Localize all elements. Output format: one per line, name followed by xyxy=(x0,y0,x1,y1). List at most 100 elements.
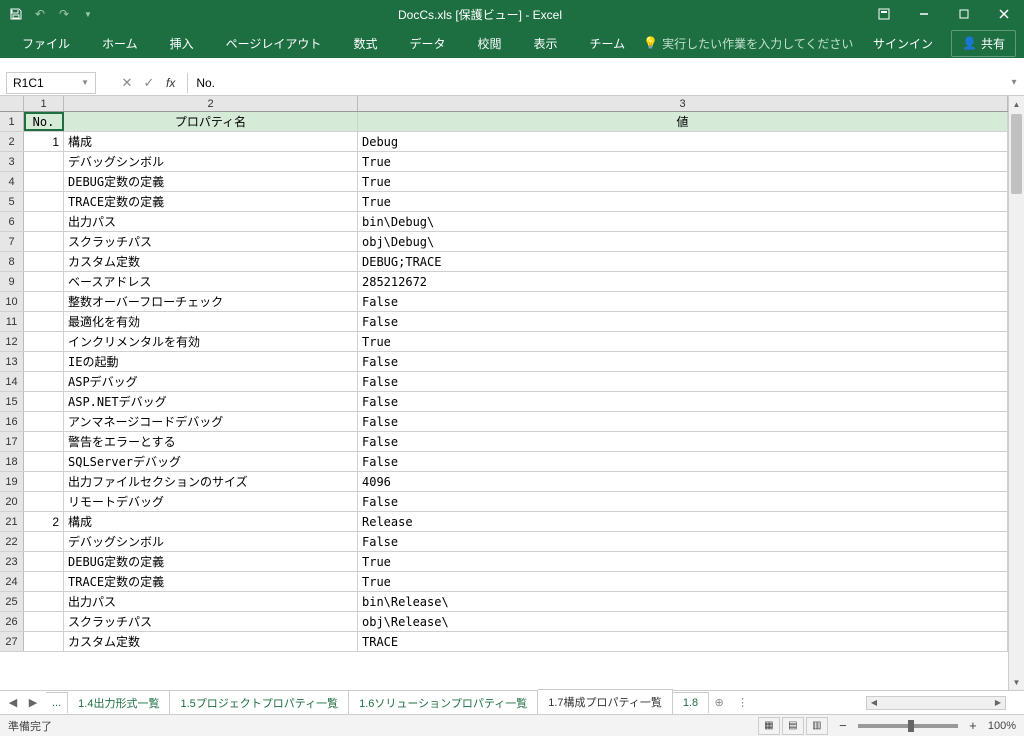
row-header[interactable]: 20 xyxy=(0,492,24,511)
ribbon-tab-data[interactable]: データ xyxy=(395,29,459,58)
row-header[interactable]: 25 xyxy=(0,592,24,611)
ribbon-tab-review[interactable]: 校閲 xyxy=(463,29,515,58)
cell-value[interactable]: False xyxy=(358,312,1008,331)
sheet-tab-prev-ellipsis[interactable]: ... xyxy=(46,692,68,713)
row-header[interactable]: 15 xyxy=(0,392,24,411)
cell-no[interactable] xyxy=(24,392,64,411)
formula-input[interactable] xyxy=(187,73,1004,93)
cell-property[interactable]: 整数オーバーフローチェック xyxy=(64,292,358,311)
cell-value[interactable]: Debug xyxy=(358,132,1008,151)
row-header[interactable]: 22 xyxy=(0,532,24,551)
cell-property[interactable]: 構成 xyxy=(64,132,358,151)
zoom-slider[interactable] xyxy=(858,724,958,728)
cell-value[interactable]: False xyxy=(358,392,1008,411)
hscroll-left-button[interactable]: ◀ xyxy=(867,697,881,709)
cell-no[interactable]: 2 xyxy=(24,512,64,531)
ribbon-tab-team[interactable]: チーム xyxy=(576,29,640,58)
undo-icon[interactable]: ↶ xyxy=(32,6,48,22)
row-header[interactable]: 3 xyxy=(0,152,24,171)
cell-no[interactable] xyxy=(24,172,64,191)
row-header[interactable]: 17 xyxy=(0,432,24,451)
cell-no[interactable] xyxy=(24,352,64,371)
cell-property[interactable]: リモートデバッグ xyxy=(64,492,358,511)
cell-property[interactable]: デバッグシンボル xyxy=(64,532,358,551)
cell-no[interactable] xyxy=(24,152,64,171)
cell-value[interactable]: obj\Release\ xyxy=(358,612,1008,631)
row-header[interactable]: 27 xyxy=(0,632,24,651)
cell-no[interactable] xyxy=(24,632,64,651)
row-header[interactable]: 24 xyxy=(0,572,24,591)
normal-view-button[interactable]: ▦ xyxy=(758,717,780,735)
scroll-down-button[interactable]: ▼ xyxy=(1009,674,1024,690)
cell-no[interactable] xyxy=(24,432,64,451)
row-header[interactable]: 1 xyxy=(0,112,24,131)
header-cell-no[interactable]: No. xyxy=(24,112,64,131)
zoom-slider-thumb[interactable] xyxy=(908,720,914,732)
cell-property[interactable]: 警告をエラーとする xyxy=(64,432,358,451)
expand-formula-bar-button[interactable]: ▾ xyxy=(1004,77,1024,88)
ribbon-tab-view[interactable]: 表示 xyxy=(519,29,571,58)
sheet-tab[interactable]: 1.4出力形式一覧 xyxy=(68,690,170,715)
redo-icon[interactable]: ↷ xyxy=(56,6,72,22)
cell-property[interactable]: IEの起動 xyxy=(64,352,358,371)
cell-no[interactable] xyxy=(24,552,64,571)
cell-value[interactable]: True xyxy=(358,552,1008,571)
header-cell-val[interactable]: 値 xyxy=(358,112,1008,131)
save-icon[interactable] xyxy=(8,6,24,22)
row-header[interactable]: 11 xyxy=(0,312,24,331)
cell-no[interactable] xyxy=(24,232,64,251)
cell-no[interactable] xyxy=(24,472,64,491)
cell-value[interactable]: bin\Debug\ xyxy=(358,212,1008,231)
cell-property[interactable]: DEBUG定数の定義 xyxy=(64,172,358,191)
cell-property[interactable]: DEBUG定数の定義 xyxy=(64,552,358,571)
cell-property[interactable]: 出力パス xyxy=(64,212,358,231)
row-header[interactable]: 5 xyxy=(0,192,24,211)
cell-property[interactable]: SQLServerデバッグ xyxy=(64,452,358,471)
cell-property[interactable]: カスタム定数 xyxy=(64,632,358,651)
cell-no[interactable] xyxy=(24,572,64,591)
cell-value[interactable]: DEBUG;TRACE xyxy=(358,252,1008,271)
row-header[interactable]: 14 xyxy=(0,372,24,391)
cell-no[interactable] xyxy=(24,292,64,311)
cell-value[interactable]: True xyxy=(358,572,1008,591)
row-header[interactable]: 10 xyxy=(0,292,24,311)
row-header[interactable]: 23 xyxy=(0,552,24,571)
cell-value[interactable]: 285212672 xyxy=(358,272,1008,291)
name-box[interactable]: R1C1 ▼ xyxy=(6,72,96,94)
horizontal-scrollbar[interactable]: ◀ ▶ xyxy=(866,696,1006,710)
cell-value[interactable]: True xyxy=(358,192,1008,211)
cell-property[interactable]: ASPデバッグ xyxy=(64,372,358,391)
cell-no[interactable] xyxy=(24,372,64,391)
cell-no[interactable] xyxy=(24,192,64,211)
signin-button[interactable]: サインイン xyxy=(863,29,943,58)
cell-no[interactable]: 1 xyxy=(24,132,64,151)
cell-value[interactable]: obj\Debug\ xyxy=(358,232,1008,251)
close-button[interactable] xyxy=(984,0,1024,28)
cell-value[interactable]: True xyxy=(358,152,1008,171)
zoom-out-button[interactable]: − xyxy=(836,718,850,733)
cell-value[interactable]: False xyxy=(358,452,1008,471)
cell-no[interactable] xyxy=(24,492,64,511)
sheet-tab-next-partial[interactable]: 1.8 xyxy=(673,692,709,713)
cell-property[interactable]: 構成 xyxy=(64,512,358,531)
cell-property[interactable]: インクリメンタルを有効 xyxy=(64,332,358,351)
sheet-tab-active[interactable]: 1.7構成プロパティ一覧 xyxy=(538,689,673,716)
name-box-dropdown-icon[interactable]: ▼ xyxy=(81,78,89,87)
cell-value[interactable]: False xyxy=(358,352,1008,371)
fx-icon[interactable]: fx xyxy=(166,76,175,90)
page-break-view-button[interactable]: ▥ xyxy=(806,717,828,735)
row-header[interactable]: 9 xyxy=(0,272,24,291)
add-sheet-button[interactable]: ⊕ xyxy=(709,696,729,709)
cell-property[interactable]: ASP.NETデバッグ xyxy=(64,392,358,411)
cell-value[interactable]: False xyxy=(358,372,1008,391)
ribbon-tab-pagelayout[interactable]: ページレイアウト xyxy=(212,29,336,58)
cell-property[interactable]: アンマネージコードデバッグ xyxy=(64,412,358,431)
row-header[interactable]: 18 xyxy=(0,452,24,471)
row-header[interactable]: 4 xyxy=(0,172,24,191)
qat-dropdown-icon[interactable]: ▼ xyxy=(80,6,96,22)
vertical-scrollbar[interactable]: ▲ ▼ xyxy=(1008,96,1024,690)
column-header[interactable]: 1 xyxy=(24,96,64,111)
row-header[interactable]: 16 xyxy=(0,412,24,431)
cell-no[interactable] xyxy=(24,612,64,631)
sheet-tab[interactable]: 1.5プロジェクトプロパティ一覧 xyxy=(170,690,349,715)
